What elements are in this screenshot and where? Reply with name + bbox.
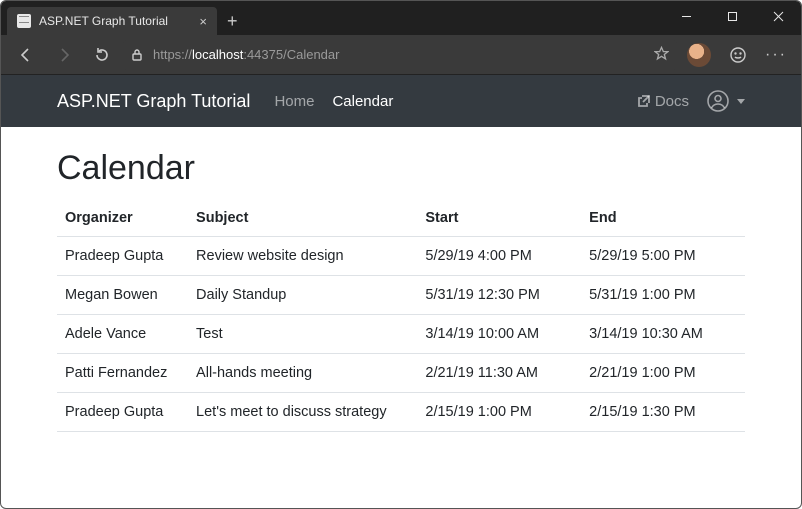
nav-link-home[interactable]: Home <box>274 93 314 110</box>
docs-label: Docs <box>655 93 689 110</box>
feedback-icon[interactable] <box>721 38 755 72</box>
cell-subject: Test <box>188 315 417 354</box>
cell-start: 2/21/19 11:30 AM <box>417 354 581 393</box>
back-button[interactable] <box>9 38 43 72</box>
table-row: Megan BowenDaily Standup5/31/19 12:30 PM… <box>57 276 745 315</box>
tab-title: ASP.NET Graph Tutorial <box>39 14 168 28</box>
cell-organizer: Pradeep Gupta <box>57 393 188 432</box>
table-row: Pradeep GuptaLet's meet to discuss strat… <box>57 393 745 432</box>
cell-start: 5/31/19 12:30 PM <box>417 276 581 315</box>
url-text: https://localhost:44375/Calendar <box>153 47 640 62</box>
external-link-icon <box>637 94 651 108</box>
tab-close-icon[interactable]: × <box>199 14 207 29</box>
col-end: End <box>581 200 745 237</box>
cell-start: 2/15/19 1:00 PM <box>417 393 581 432</box>
col-subject: Subject <box>188 200 417 237</box>
new-tab-button[interactable]: + <box>217 7 248 35</box>
url-scheme: https:// <box>153 47 192 62</box>
cell-start: 3/14/19 10:00 AM <box>417 315 581 354</box>
browser-tab[interactable]: ASP.NET Graph Tutorial × <box>7 7 217 35</box>
user-menu[interactable] <box>707 90 745 112</box>
browser-titlebar: ASP.NET Graph Tutorial × + <box>1 1 801 35</box>
window-maximize-button[interactable] <box>709 1 755 31</box>
refresh-button[interactable] <box>85 38 119 72</box>
caret-down-icon <box>737 99 745 104</box>
navbar-brand[interactable]: ASP.NET Graph Tutorial <box>57 91 250 112</box>
col-organizer: Organizer <box>57 200 188 237</box>
window-controls <box>663 1 801 31</box>
window-close-button[interactable] <box>755 1 801 31</box>
lock-icon <box>131 48 145 62</box>
nav-link-calendar[interactable]: Calendar <box>332 93 393 110</box>
cell-end: 5/29/19 5:00 PM <box>581 237 745 276</box>
more-menu-icon[interactable]: ··· <box>759 46 793 64</box>
window-minimize-button[interactable] <box>663 1 709 31</box>
table-row: Pradeep GuptaReview website design5/29/1… <box>57 237 745 276</box>
url-host: localhost <box>192 47 243 62</box>
browser-window: ASP.NET Graph Tutorial × + <box>0 0 802 509</box>
browser-toolbar: https://localhost:44375/Calendar ··· <box>1 35 801 75</box>
cell-end: 3/14/19 10:30 AM <box>581 315 745 354</box>
forward-button[interactable] <box>47 38 81 72</box>
page-title: Calendar <box>57 149 745 188</box>
page-icon <box>17 14 31 28</box>
cell-subject: All-hands meeting <box>188 354 417 393</box>
user-avatar-icon <box>707 90 729 112</box>
cell-organizer: Patti Fernandez <box>57 354 188 393</box>
table-row: Patti FernandezAll-hands meeting2/21/19 … <box>57 354 745 393</box>
cell-organizer: Pradeep Gupta <box>57 237 188 276</box>
favorite-icon[interactable] <box>654 46 669 64</box>
navbar-right: Docs <box>637 90 745 112</box>
cell-subject: Let's meet to discuss strategy <box>188 393 417 432</box>
nav-link-docs[interactable]: Docs <box>637 93 689 110</box>
table-header-row: Organizer Subject Start End <box>57 200 745 237</box>
cell-subject: Review website design <box>188 237 417 276</box>
address-bar[interactable]: https://localhost:44375/Calendar <box>123 40 677 70</box>
cell-end: 2/21/19 1:00 PM <box>581 354 745 393</box>
table-row: Adele VanceTest3/14/19 10:00 AM3/14/19 1… <box>57 315 745 354</box>
cell-start: 5/29/19 4:00 PM <box>417 237 581 276</box>
cell-organizer: Adele Vance <box>57 315 188 354</box>
col-start: Start <box>417 200 581 237</box>
page-content: Calendar Organizer Subject Start End Pra… <box>1 127 801 509</box>
app-navbar: ASP.NET Graph Tutorial Home Calendar Doc… <box>1 75 801 127</box>
profile-avatar[interactable] <box>687 43 711 67</box>
calendar-table: Organizer Subject Start End Pradeep Gupt… <box>57 200 745 432</box>
cell-end: 5/31/19 1:00 PM <box>581 276 745 315</box>
cell-subject: Daily Standup <box>188 276 417 315</box>
cell-end: 2/15/19 1:30 PM <box>581 393 745 432</box>
url-path: :44375/Calendar <box>243 47 339 62</box>
cell-organizer: Megan Bowen <box>57 276 188 315</box>
